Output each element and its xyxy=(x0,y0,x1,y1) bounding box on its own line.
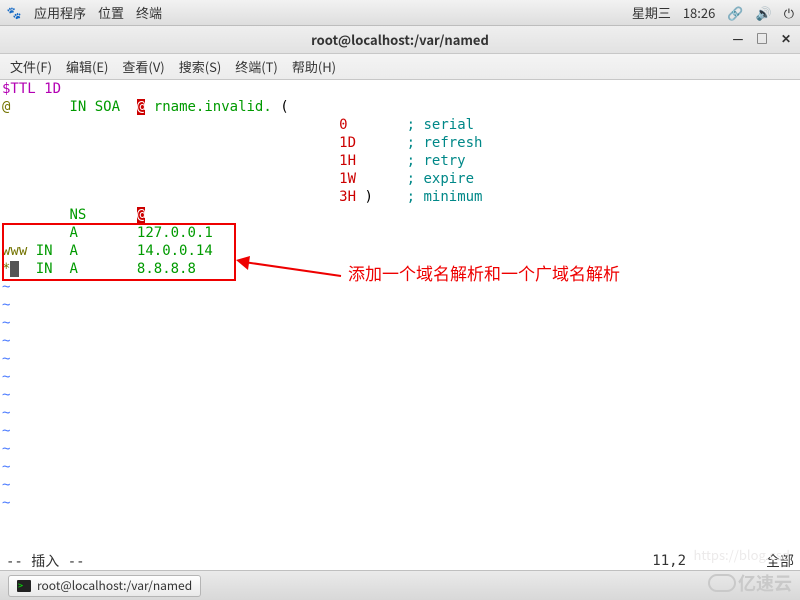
refresh-value: 1D xyxy=(339,135,356,151)
window-title: root@localhost:/var/named xyxy=(311,30,489,49)
desktop-taskbar: root@localhost:/var/named xyxy=(0,570,800,600)
close-button[interactable]: ✕ xyxy=(778,30,794,46)
minimum-value: 3H xyxy=(339,189,356,205)
terminal-client-area[interactable]: $TTL 1D @ IN SOA @ rname.invalid. ( 0 ; … xyxy=(0,80,800,570)
comment-semi: ; xyxy=(407,189,415,205)
editor-content[interactable]: $TTL 1D @ IN SOA @ rname.invalid. ( 0 ; … xyxy=(0,80,800,512)
menu-search[interactable]: 搜索(S) xyxy=(179,57,222,76)
class-in: IN xyxy=(69,99,86,115)
retry-comment: retry xyxy=(423,153,465,169)
expire-comment: expire xyxy=(423,171,474,187)
soa-primary: @ xyxy=(137,99,145,115)
vim-tilde: ~ xyxy=(2,315,10,331)
gnome-foot-icon: 🐾 xyxy=(6,5,22,21)
type-soa: SOA xyxy=(95,99,120,115)
panel-menu-terminal[interactable]: 终端 xyxy=(136,3,162,22)
annotation-text: 添加一个域名解析和一个广域名解析 xyxy=(348,266,620,284)
menu-edit[interactable]: 编辑(E) xyxy=(66,57,108,76)
cloud-icon xyxy=(708,574,736,592)
comment-semi: ; xyxy=(407,135,415,151)
vim-cursor-pos: 11,2 xyxy=(652,553,686,569)
comment-semi: ; xyxy=(407,171,415,187)
blog-watermark: https://blog.csd xyxy=(693,545,790,564)
vim-tilde: ~ xyxy=(2,351,10,367)
menu-terminal[interactable]: 终端(T) xyxy=(235,57,278,76)
volume-icon[interactable]: 🔊 xyxy=(756,3,772,22)
vim-tilde: ~ xyxy=(2,441,10,457)
serial-value: 0 xyxy=(339,117,347,133)
panel-menu-places[interactable]: 位置 xyxy=(98,3,124,22)
refresh-comment: refresh xyxy=(423,135,482,151)
panel-day: 星期三 xyxy=(632,3,671,22)
close-paren: ) xyxy=(364,189,372,205)
brand-text: 亿速云 xyxy=(738,570,792,596)
vim-tilde: ~ xyxy=(2,333,10,349)
annotation-box xyxy=(2,223,236,281)
vim-mode: -- 插入 -- xyxy=(6,551,85,571)
terminal-icon xyxy=(17,580,31,592)
menu-view[interactable]: 查看(V) xyxy=(122,57,164,76)
comment-semi: ; xyxy=(407,153,415,169)
vim-tilde: ~ xyxy=(2,279,10,295)
comment-semi: ; xyxy=(407,117,415,133)
expire-value: 1W xyxy=(339,171,356,187)
ns-value: @ xyxy=(137,207,145,223)
panel-time: 18:26 xyxy=(683,3,715,22)
serial-comment: serial xyxy=(423,117,474,133)
desktop-top-panel: 🐾 应用程序 位置 终端 星期三 18:26 🔗 🔊 ⏻ xyxy=(0,0,800,26)
vim-tilde: ~ xyxy=(2,423,10,439)
brand-watermark: 亿速云 xyxy=(708,570,792,596)
taskbar-terminal-entry[interactable]: root@localhost:/var/named xyxy=(8,575,201,597)
vim-tilde: ~ xyxy=(2,387,10,403)
menu-file[interactable]: 文件(F) xyxy=(10,57,52,76)
vim-statusline: -- 插入 -- 11,2 全部 xyxy=(0,552,800,570)
retry-value: 1H xyxy=(339,153,356,169)
vim-tilde: ~ xyxy=(2,477,10,493)
taskbar-terminal-label: root@localhost:/var/named xyxy=(37,577,192,594)
minimize-button[interactable]: — xyxy=(730,30,746,46)
origin-symbol: @ xyxy=(2,99,10,115)
soa-rname: rname.invalid. xyxy=(154,99,272,115)
vim-tilde: ~ xyxy=(2,459,10,475)
ttl-value: 1D xyxy=(44,81,61,97)
minimum-comment: minimum xyxy=(423,189,482,205)
panel-menu-apps[interactable]: 应用程序 xyxy=(34,3,86,22)
vim-tilde: ~ xyxy=(2,297,10,313)
ttl-directive: $TTL xyxy=(2,81,36,97)
network-icon[interactable]: 🔗 xyxy=(727,3,743,22)
vim-tilde: ~ xyxy=(2,495,10,511)
menu-help[interactable]: 帮助(H) xyxy=(292,57,336,76)
vim-tilde: ~ xyxy=(2,405,10,421)
type-ns: NS xyxy=(69,207,86,223)
window-titlebar[interactable]: root@localhost:/var/named — □ ✕ xyxy=(0,26,800,54)
maximize-button[interactable]: □ xyxy=(754,30,770,46)
power-icon[interactable]: ⏻ xyxy=(784,3,794,22)
vim-tilde: ~ xyxy=(2,369,10,385)
terminal-menubar: 文件(F) 编辑(E) 查看(V) 搜索(S) 终端(T) 帮助(H) xyxy=(0,54,800,80)
